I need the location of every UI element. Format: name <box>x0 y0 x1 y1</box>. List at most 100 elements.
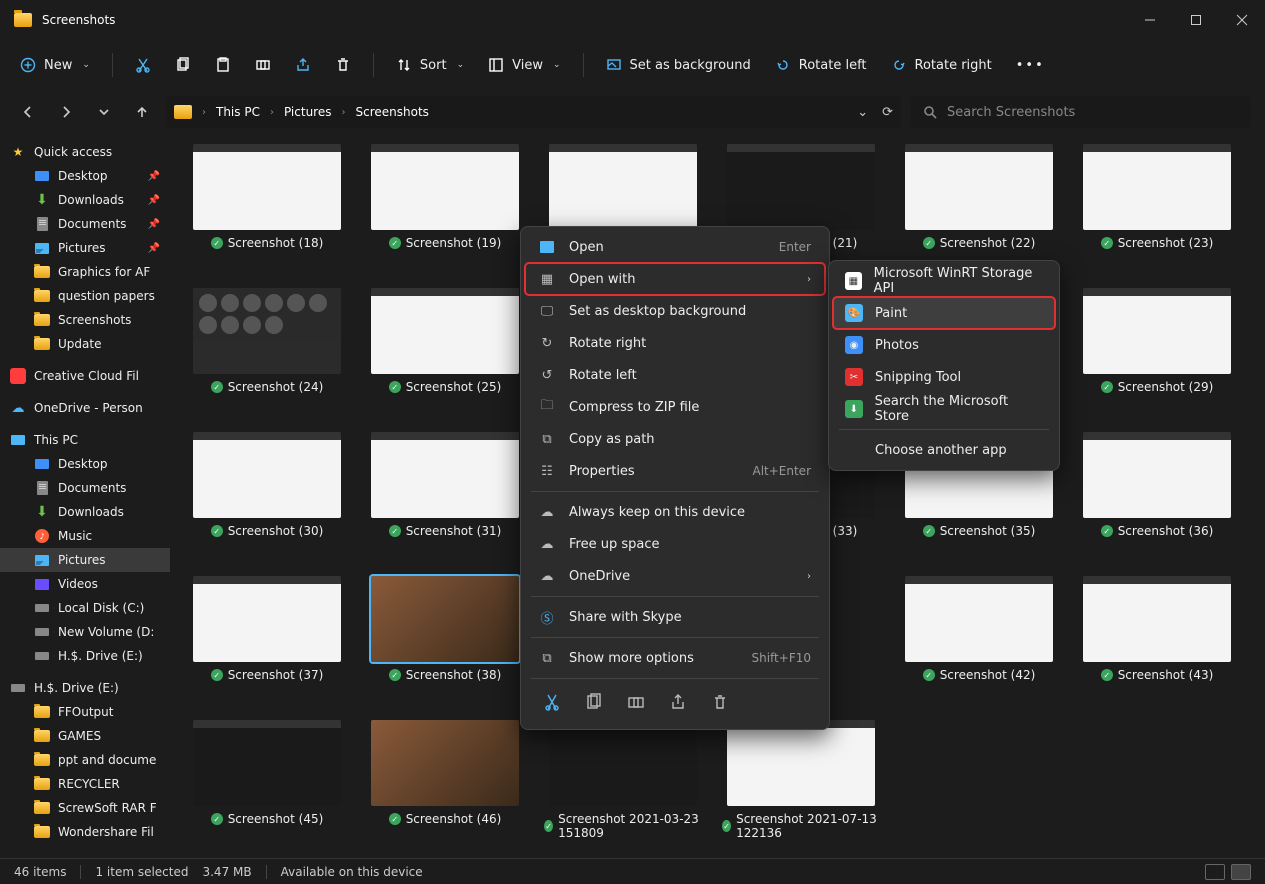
creative-cloud-item[interactable]: Creative Cloud Fil <box>0 364 170 388</box>
breadcrumb-item[interactable]: Screenshots <box>355 105 428 119</box>
file-item[interactable]: ✓Screenshot (36) <box>1078 432 1236 538</box>
rotate-left-button[interactable]: Rotate left <box>765 48 877 82</box>
set-background-button[interactable]: Set as background <box>596 48 761 82</box>
sidebar-item[interactable]: Screenshots <box>0 308 170 332</box>
file-item[interactable]: ✓Screenshot (29) <box>1078 288 1236 394</box>
breadcrumb-item[interactable]: Pictures <box>284 105 332 119</box>
sidebar-item[interactable]: Documents📌 <box>0 212 170 236</box>
ctx-skype[interactable]: ⓈShare with Skype <box>525 601 825 633</box>
ctx-open[interactable]: OpenEnter <box>525 231 825 263</box>
back-button[interactable] <box>14 98 42 126</box>
sidebar-item[interactable]: ppt and docume <box>0 748 170 772</box>
sub-paint[interactable]: 🎨Paint <box>833 297 1055 329</box>
ctx-cut-button[interactable] <box>543 693 561 715</box>
file-item[interactable]: ✓Screenshot (18) <box>188 144 346 250</box>
sidebar-item[interactable]: FFOutput <box>0 700 170 724</box>
ctx-copy-path[interactable]: ⧉Copy as path <box>525 423 825 455</box>
file-item[interactable]: ✓Screenshot (24) <box>188 288 346 394</box>
file-item[interactable]: ✓Screenshot (38) <box>366 576 524 682</box>
sidebar-item[interactable]: Desktop <box>0 452 170 476</box>
sidebar-item[interactable]: GAMES <box>0 724 170 748</box>
breadcrumb-item[interactable]: This PC <box>216 105 260 119</box>
sidebar-item[interactable]: Videos <box>0 572 170 596</box>
forward-button[interactable] <box>52 98 80 126</box>
document-icon <box>34 216 50 232</box>
ctx-rotate-left[interactable]: ↺Rotate left <box>525 359 825 391</box>
sidebar-item[interactable]: ♪Music <box>0 524 170 548</box>
share-button[interactable] <box>285 48 321 82</box>
sidebar-item[interactable]: New Volume (D: <box>0 620 170 644</box>
quick-access-header[interactable]: ★Quick access <box>0 140 170 164</box>
ctx-always-keep[interactable]: ☁Always keep on this device <box>525 496 825 528</box>
drive-header-item[interactable]: H.$. Drive (E:) <box>0 676 170 700</box>
copy-button[interactable] <box>165 48 201 82</box>
this-pc-item[interactable]: This PC <box>0 428 170 452</box>
file-item[interactable]: ✓Screenshot (25) <box>366 288 524 394</box>
onedrive-item[interactable]: ☁OneDrive - Person <box>0 396 170 420</box>
ctx-more[interactable]: ⧉Show more optionsShift+F10 <box>525 642 825 674</box>
sidebar-item[interactable]: Pictures📌 <box>0 236 170 260</box>
details-view-button[interactable] <box>1205 864 1225 880</box>
file-item[interactable]: ✓Screenshot (42) <box>900 576 1058 682</box>
thumbnail-view-button[interactable] <box>1231 864 1251 880</box>
maximize-button[interactable] <box>1173 0 1219 40</box>
ctx-delete-button[interactable] <box>711 693 729 715</box>
file-item[interactable]: ✓Screenshot 2021-03-23 151809 <box>544 720 702 840</box>
file-item[interactable]: ✓Screenshot (22) <box>900 144 1058 250</box>
refresh-icon[interactable]: ⟳ <box>882 105 893 120</box>
sub-photos[interactable]: ◉Photos <box>833 329 1055 361</box>
view-button[interactable]: View⌄ <box>478 48 570 82</box>
up-button[interactable] <box>128 98 156 126</box>
sub-choose[interactable]: Choose another app <box>833 434 1055 466</box>
ctx-properties[interactable]: ☷PropertiesAlt+Enter <box>525 455 825 487</box>
sidebar-item[interactable]: Desktop📌 <box>0 164 170 188</box>
address-bar[interactable]: › This PC › Pictures › Screenshots ⌄ ⟳ <box>166 96 901 128</box>
sub-winrt[interactable]: ▦Microsoft WinRT Storage API <box>833 265 1055 297</box>
search-input[interactable]: Search Screenshots <box>911 96 1251 128</box>
more-button[interactable]: ••• <box>1006 48 1055 82</box>
sidebar-item[interactable]: ⬇Downloads <box>0 500 170 524</box>
recent-button[interactable] <box>90 98 118 126</box>
file-item[interactable]: ✓Screenshot (37) <box>188 576 346 682</box>
ctx-rotate-right[interactable]: ↻Rotate right <box>525 327 825 359</box>
file-item[interactable]: ✓Screenshot (23) <box>1078 144 1236 250</box>
sidebar-item[interactable]: RECYCLER <box>0 772 170 796</box>
file-item[interactable]: ✓Screenshot (19) <box>366 144 524 250</box>
sidebar-item[interactable]: Documents <box>0 476 170 500</box>
sidebar-item[interactable]: ⬇Downloads📌 <box>0 188 170 212</box>
sidebar-item[interactable]: Graphics for AF <box>0 260 170 284</box>
sort-button[interactable]: Sort⌄ <box>386 48 474 82</box>
rotate-right-button[interactable]: Rotate right <box>881 48 1002 82</box>
sub-snip[interactable]: ✂Snipping Tool <box>833 361 1055 393</box>
minimize-button[interactable] <box>1127 0 1173 40</box>
sidebar-item[interactable]: Pictures <box>0 548 170 572</box>
sidebar-item[interactable]: Update <box>0 332 170 356</box>
ctx-copy-button[interactable] <box>585 693 603 715</box>
ctx-free-up[interactable]: ☁Free up space <box>525 528 825 560</box>
ctx-share-button[interactable] <box>669 693 687 715</box>
paste-button[interactable] <box>205 48 241 82</box>
file-item[interactable]: ✓Screenshot 2021-07-13 122136 <box>722 720 880 840</box>
sidebar-item[interactable]: Local Disk (C:) <box>0 596 170 620</box>
sidebar-item[interactable]: ScrewSoft RAR F <box>0 796 170 820</box>
ctx-compress[interactable]: 🗀Compress to ZIP file <box>525 391 825 423</box>
delete-button[interactable] <box>325 48 361 82</box>
ctx-onedrive[interactable]: ☁OneDrive› <box>525 560 825 592</box>
sidebar-item[interactable]: H.$. Drive (E:) <box>0 644 170 668</box>
new-button[interactable]: New⌄ <box>10 48 100 82</box>
ctx-open-with[interactable]: ▦Open with› <box>525 263 825 295</box>
rename-button[interactable] <box>245 48 281 82</box>
file-item[interactable]: ✓Screenshot (45) <box>188 720 346 840</box>
ctx-set-desktop[interactable]: 🖵Set as desktop background <box>525 295 825 327</box>
file-item[interactable]: ✓Screenshot (43) <box>1078 576 1236 682</box>
file-item[interactable]: ✓Screenshot (46) <box>366 720 524 840</box>
ctx-rename-button[interactable] <box>627 693 645 715</box>
file-item[interactable]: ✓Screenshot (31) <box>366 432 524 538</box>
sidebar-item[interactable]: question papers <box>0 284 170 308</box>
cut-button[interactable] <box>125 48 161 82</box>
chevron-down-icon[interactable]: ⌄ <box>857 105 868 120</box>
file-item[interactable]: ✓Screenshot (30) <box>188 432 346 538</box>
sidebar-item[interactable]: Wondershare Fil <box>0 820 170 844</box>
sub-store[interactable]: ⬇Search the Microsoft Store <box>833 393 1055 425</box>
close-button[interactable] <box>1219 0 1265 40</box>
